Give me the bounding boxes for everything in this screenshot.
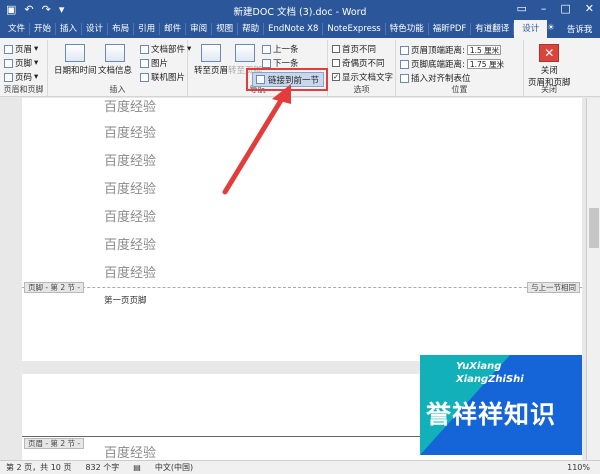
watermark-logo: YuXiang XiangZhiShi 誉祥祥知识 [420,355,582,455]
